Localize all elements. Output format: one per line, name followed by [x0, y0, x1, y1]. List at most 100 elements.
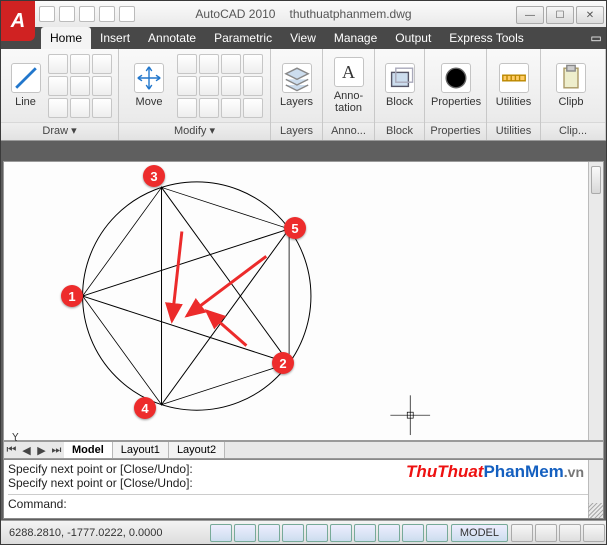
fillet-icon[interactable]: [221, 76, 241, 96]
tab-manage[interactable]: Manage: [325, 27, 386, 49]
dyn-toggle[interactable]: [378, 524, 400, 542]
arc-icon[interactable]: [70, 54, 90, 74]
rotate-icon[interactable]: [177, 54, 197, 74]
panel-properties-caption[interactable]: Properties: [425, 122, 486, 140]
move-button[interactable]: Move: [125, 63, 173, 108]
tab-annotate[interactable]: Annotate: [139, 27, 205, 49]
model-space-toggle[interactable]: MODEL: [451, 524, 508, 542]
panel-annotation-caption[interactable]: Anno...: [323, 122, 374, 140]
ellipse-icon[interactable]: [70, 76, 90, 96]
close-button[interactable]: ✕: [576, 6, 604, 24]
ortho-toggle[interactable]: [258, 524, 280, 542]
ducs-toggle[interactable]: [354, 524, 376, 542]
status-extra-1[interactable]: [511, 524, 533, 542]
measure-icon: [499, 63, 529, 93]
rectangle-icon[interactable]: [48, 76, 68, 96]
copy-icon[interactable]: [177, 76, 197, 96]
vertex-marker-2: 2: [272, 352, 294, 374]
qat-open-icon[interactable]: [59, 6, 75, 22]
point-icon[interactable]: [70, 98, 90, 118]
line-button[interactable]: Line: [7, 63, 44, 108]
tab-parametric[interactable]: Parametric: [205, 27, 281, 49]
tab-nav-first[interactable]: ⏮: [4, 444, 19, 457]
vertical-scrollbar[interactable]: [588, 162, 603, 440]
tab-nav-prev[interactable]: ◀: [19, 444, 34, 457]
polar-toggle[interactable]: [282, 524, 304, 542]
annotation-button-label1: Anno-: [334, 90, 363, 102]
qat-new-icon[interactable]: [39, 6, 55, 22]
explode-icon[interactable]: [243, 76, 263, 96]
drawing-canvas[interactable]: 1 2 3 4 5 Y X: [3, 161, 604, 441]
grid-toggle[interactable]: [234, 524, 256, 542]
hatch-icon[interactable]: [92, 76, 112, 96]
document-title: thuthuatphanmem.dwg: [289, 7, 411, 21]
clipboard-button[interactable]: Clipb: [547, 63, 595, 108]
utilities-button[interactable]: Utilities: [493, 63, 534, 108]
tab-output[interactable]: Output: [386, 27, 440, 49]
properties-button[interactable]: Properties: [431, 63, 481, 108]
polyline-icon[interactable]: [48, 54, 68, 74]
tab-insert[interactable]: Insert: [91, 27, 139, 49]
utilities-button-label: Utilities: [496, 96, 531, 108]
minimize-button[interactable]: —: [516, 6, 544, 24]
command-window[interactable]: Specify next point or [Close/Undo]: Spec…: [3, 459, 604, 519]
annotation-button[interactable]: A Anno- tation: [329, 57, 368, 114]
maximize-button[interactable]: ☐: [546, 6, 574, 24]
mirror-icon[interactable]: [199, 76, 219, 96]
panel-utilities: Utilities Utilities: [487, 49, 541, 140]
layout-tab-layout2[interactable]: Layout2: [169, 442, 225, 458]
panel-draw: Line Draw ▾: [1, 49, 119, 140]
block-button[interactable]: Block: [381, 63, 418, 108]
offset-icon[interactable]: [243, 98, 263, 118]
extend-icon[interactable]: [221, 54, 241, 74]
qat-undo-icon[interactable]: [99, 6, 115, 22]
qat-save-icon[interactable]: [79, 6, 95, 22]
scrollbar-thumb[interactable]: [591, 166, 601, 194]
tab-nav-last[interactable]: ⏭: [49, 444, 64, 457]
panel-modify-caption[interactable]: Modify ▾: [119, 122, 270, 140]
panel-layers-caption[interactable]: Layers: [271, 122, 322, 140]
stretch-icon[interactable]: [177, 98, 197, 118]
crosshair-cursor: [390, 395, 430, 435]
otrack-toggle[interactable]: [330, 524, 352, 542]
erase-icon[interactable]: [243, 54, 263, 74]
layout-tabs: ⏮ ◀ ▶ ⏭ Model Layout1 Layout2: [3, 441, 604, 459]
tab-express-tools[interactable]: Express Tools: [440, 27, 532, 49]
tab-view[interactable]: View: [281, 27, 325, 49]
panel-draw-caption[interactable]: Draw ▾: [1, 122, 118, 140]
vertex-marker-1: 1: [61, 285, 83, 307]
array-icon[interactable]: [221, 98, 241, 118]
layout-tab-layout1[interactable]: Layout1: [113, 442, 169, 458]
qp-toggle[interactable]: [426, 524, 448, 542]
command-history-line-0: Specify next point or [Close/Undo]:: [8, 462, 599, 476]
ribbon-minimize-icon[interactable]: ▭: [586, 27, 606, 49]
app-badge-letter: A: [11, 10, 25, 33]
vertex-marker-4: 4: [134, 397, 156, 419]
trim-icon[interactable]: [199, 54, 219, 74]
region-icon[interactable]: [92, 98, 112, 118]
snap-toggle[interactable]: [210, 524, 232, 542]
scale-icon[interactable]: [199, 98, 219, 118]
lwt-toggle[interactable]: [402, 524, 424, 542]
layout-tab-model[interactable]: Model: [64, 442, 113, 458]
arrow-3-down: [172, 232, 182, 321]
color-wheel-icon: [441, 63, 471, 93]
app-menu-button[interactable]: A: [1, 1, 35, 41]
tab-home[interactable]: Home: [41, 27, 91, 49]
status-extra-2[interactable]: [535, 524, 557, 542]
circle-icon[interactable]: [92, 54, 112, 74]
status-extra-4[interactable]: [583, 524, 605, 542]
layers-button[interactable]: Layers: [277, 63, 316, 108]
drawing-svg: [4, 162, 603, 440]
status-extra-3[interactable]: [559, 524, 581, 542]
move-icon: [134, 63, 164, 93]
panel-layers: Layers Layers: [271, 49, 323, 140]
spline-icon[interactable]: [48, 98, 68, 118]
panel-clipboard-caption[interactable]: Clip...: [541, 122, 605, 140]
resize-grip-icon[interactable]: [588, 503, 603, 518]
tab-nav-next[interactable]: ▶: [34, 444, 49, 457]
panel-utilities-caption[interactable]: Utilities: [487, 122, 540, 140]
osnap-toggle[interactable]: [306, 524, 328, 542]
panel-block-caption[interactable]: Block: [375, 122, 424, 140]
qat-redo-icon[interactable]: [119, 6, 135, 22]
